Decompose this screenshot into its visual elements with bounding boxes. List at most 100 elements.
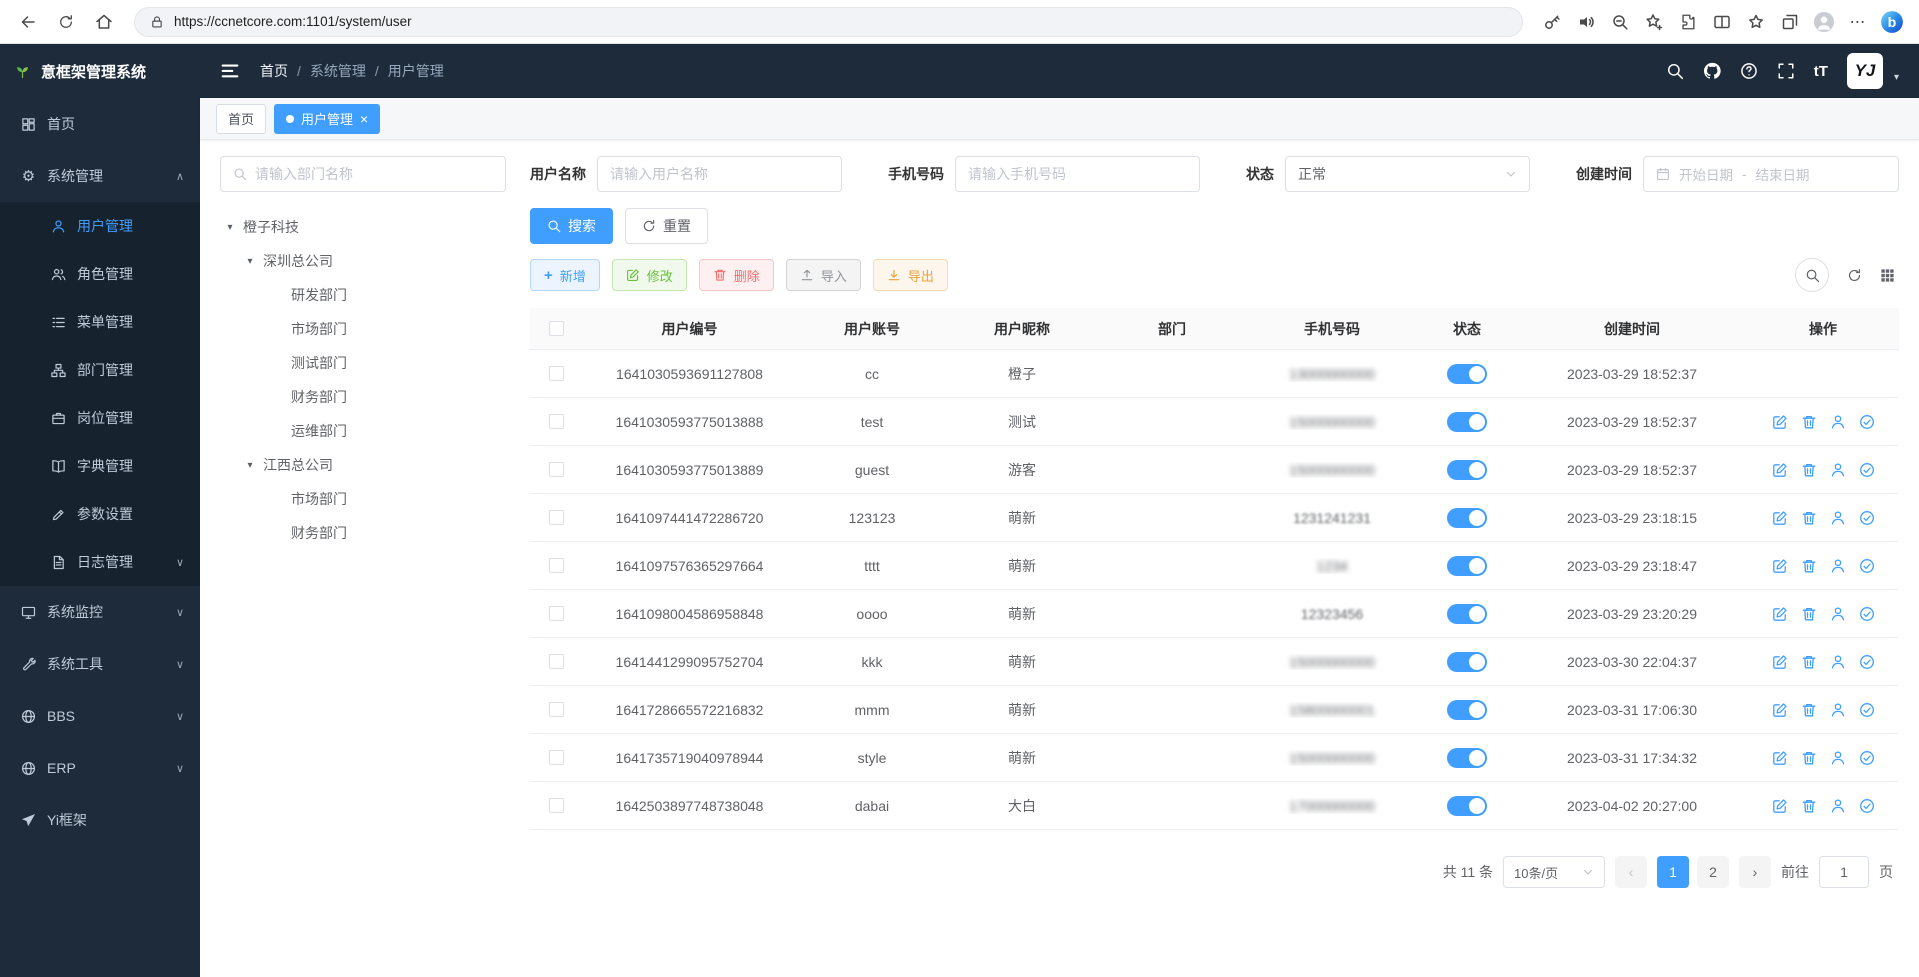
edit-icon[interactable] bbox=[1772, 462, 1788, 478]
fullscreen-icon[interactable] bbox=[1777, 62, 1795, 80]
page-button-2[interactable]: 2 bbox=[1697, 856, 1729, 888]
more-menu-icon[interactable]: ⋯ bbox=[1843, 7, 1873, 37]
edit-button[interactable]: 修改 bbox=[612, 259, 687, 291]
reset-password-icon[interactable] bbox=[1830, 510, 1846, 526]
status-toggle[interactable] bbox=[1447, 364, 1487, 384]
app-logo[interactable]: 意框架管理系统 bbox=[0, 44, 200, 98]
sidebar-item-log[interactable]: 日志管理∨ bbox=[0, 538, 200, 586]
reset-password-icon[interactable] bbox=[1830, 750, 1846, 766]
delete-icon[interactable] bbox=[1801, 558, 1817, 574]
select-all-checkbox[interactable] bbox=[549, 321, 564, 336]
assign-role-icon[interactable] bbox=[1859, 462, 1875, 478]
sidebar-item-home[interactable]: 首页 bbox=[0, 98, 200, 150]
tab-user-management[interactable]: 用户管理 × bbox=[274, 104, 380, 134]
url-text[interactable]: https://ccnetcore.com:1101/system/user bbox=[174, 14, 412, 29]
reset-password-icon[interactable] bbox=[1830, 654, 1846, 670]
assign-role-icon[interactable] bbox=[1859, 702, 1875, 718]
status-toggle[interactable] bbox=[1447, 604, 1487, 624]
avatar[interactable]: YJ bbox=[1847, 53, 1883, 89]
font-size-icon[interactable]: tT bbox=[1814, 63, 1828, 80]
assign-role-icon[interactable] bbox=[1859, 414, 1875, 430]
delete-icon[interactable] bbox=[1801, 654, 1817, 670]
edit-icon[interactable] bbox=[1772, 510, 1788, 526]
start-date-placeholder[interactable]: 开始日期 bbox=[1679, 164, 1733, 184]
row-checkbox[interactable] bbox=[549, 606, 564, 621]
home-icon[interactable] bbox=[88, 7, 120, 37]
row-checkbox[interactable] bbox=[549, 798, 564, 813]
edit-icon[interactable] bbox=[1772, 702, 1788, 718]
tree-node[interactable]: 财务部门 bbox=[220, 516, 506, 550]
row-checkbox[interactable] bbox=[549, 510, 564, 525]
row-checkbox[interactable] bbox=[549, 414, 564, 429]
end-date-placeholder[interactable]: 结束日期 bbox=[1756, 164, 1810, 184]
edit-icon[interactable] bbox=[1772, 606, 1788, 622]
sidebar-item-yi[interactable]: Yi框架 bbox=[0, 794, 200, 846]
tree-node[interactable]: ▾江西总公司 bbox=[220, 448, 506, 482]
delete-icon[interactable] bbox=[1801, 798, 1817, 814]
edit-icon[interactable] bbox=[1772, 654, 1788, 670]
search-icon[interactable] bbox=[1666, 62, 1684, 80]
search-button[interactable]: 搜索 bbox=[530, 208, 613, 244]
sidebar-item-tool[interactable]: 系统工具∨ bbox=[0, 638, 200, 690]
back-icon[interactable] bbox=[12, 7, 44, 37]
sidebar-item-param[interactable]: 参数设置 bbox=[0, 490, 200, 538]
delete-icon[interactable] bbox=[1801, 414, 1817, 430]
sidebar-item-user[interactable]: 用户管理 bbox=[0, 202, 200, 250]
page-button-1[interactable]: 1 bbox=[1657, 856, 1689, 888]
close-icon[interactable]: × bbox=[360, 112, 368, 126]
sidebar-item-dict[interactable]: 字典管理 bbox=[0, 442, 200, 490]
sidebar-item-dept[interactable]: 部门管理 bbox=[0, 346, 200, 394]
status-toggle[interactable] bbox=[1447, 508, 1487, 528]
profile-avatar[interactable] bbox=[1809, 7, 1839, 37]
sidebar-item-erp[interactable]: ERP∨ bbox=[0, 742, 200, 794]
assign-role-icon[interactable] bbox=[1859, 558, 1875, 574]
password-icon[interactable] bbox=[1537, 7, 1567, 37]
assign-role-icon[interactable] bbox=[1859, 606, 1875, 622]
tab-home[interactable]: 首页 bbox=[216, 104, 266, 134]
import-button[interactable]: 导入 bbox=[786, 259, 861, 291]
sidebar-item-monitor[interactable]: 系统监控∨ bbox=[0, 586, 200, 638]
reset-password-icon[interactable] bbox=[1830, 462, 1846, 478]
delete-icon[interactable] bbox=[1801, 750, 1817, 766]
tree-node[interactable]: 运维部门 bbox=[220, 414, 506, 448]
help-icon[interactable] bbox=[1740, 62, 1758, 80]
tree-node[interactable]: 财务部门 bbox=[220, 380, 506, 414]
delete-icon[interactable] bbox=[1801, 606, 1817, 622]
assign-role-icon[interactable] bbox=[1859, 798, 1875, 814]
next-page-button[interactable]: › bbox=[1739, 856, 1771, 888]
caret-down-icon[interactable]: ▾ bbox=[1894, 72, 1899, 89]
refresh-table-button[interactable] bbox=[1847, 268, 1862, 283]
edit-icon[interactable] bbox=[1772, 798, 1788, 814]
sidebar-item-menu[interactable]: 菜单管理 bbox=[0, 298, 200, 346]
delete-button[interactable]: 删除 bbox=[699, 259, 774, 291]
status-toggle[interactable] bbox=[1447, 412, 1487, 432]
sidebar-item-system[interactable]: ⚙系统管理∧ bbox=[0, 150, 200, 202]
reset-password-icon[interactable] bbox=[1830, 798, 1846, 814]
reset-password-icon[interactable] bbox=[1830, 414, 1846, 430]
tree-node[interactable]: 市场部门 bbox=[220, 312, 506, 346]
reload-icon[interactable] bbox=[50, 7, 82, 37]
row-checkbox[interactable] bbox=[549, 750, 564, 765]
columns-button[interactable] bbox=[1880, 268, 1895, 283]
zoom-icon[interactable] bbox=[1605, 7, 1635, 37]
dept-search-input[interactable] bbox=[255, 166, 493, 182]
reset-button[interactable]: 重置 bbox=[625, 208, 708, 244]
tree-node[interactable]: ▾深圳总公司 bbox=[220, 244, 506, 278]
row-checkbox[interactable] bbox=[549, 702, 564, 717]
status-toggle[interactable] bbox=[1447, 700, 1487, 720]
prev-page-button[interactable]: ‹ bbox=[1615, 856, 1647, 888]
delete-icon[interactable] bbox=[1801, 510, 1817, 526]
reset-password-icon[interactable] bbox=[1830, 606, 1846, 622]
assign-role-icon[interactable] bbox=[1859, 510, 1875, 526]
bing-copilot-icon[interactable]: b bbox=[1877, 7, 1907, 37]
status-select[interactable]: 正常 bbox=[1285, 156, 1530, 192]
tree-node[interactable]: 研发部门 bbox=[220, 278, 506, 312]
edit-icon[interactable] bbox=[1772, 558, 1788, 574]
row-checkbox[interactable] bbox=[549, 654, 564, 669]
status-toggle[interactable] bbox=[1447, 652, 1487, 672]
delete-icon[interactable] bbox=[1801, 462, 1817, 478]
tree-node[interactable]: 测试部门 bbox=[220, 346, 506, 380]
breadcrumb-item[interactable]: 首页 bbox=[260, 61, 288, 81]
row-checkbox[interactable] bbox=[549, 366, 564, 381]
add-favorite-icon[interactable] bbox=[1639, 7, 1669, 37]
